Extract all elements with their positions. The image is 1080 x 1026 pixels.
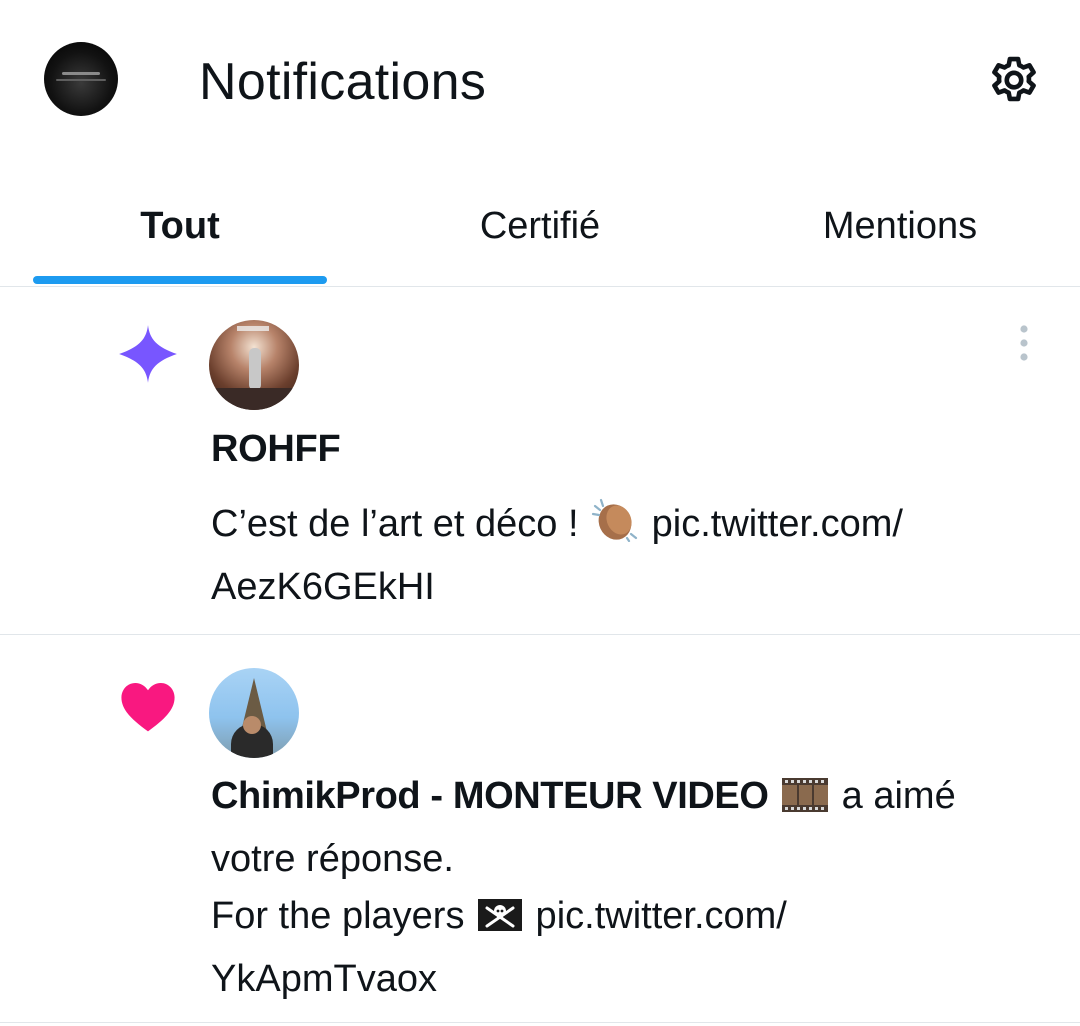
more-vertical-icon [1020,325,1028,361]
settings-button[interactable] [982,50,1046,114]
pirate-flag-icon [477,894,523,951]
tab-bar: Tout Certifié Mentions [0,165,1080,287]
more-options-button[interactable] [1004,318,1044,368]
page-title: Notifications [199,53,487,111]
tweet-link[interactable]: pic.twitter.com/ [641,503,903,545]
gear-icon [992,56,1036,102]
avatar-graphic-line [56,79,106,81]
reply-link-cont[interactable]: YkApmTvaox [211,958,437,1000]
tab-label: Certifié [479,204,601,247]
clapping-hands-icon [591,498,639,559]
actor-avatar[interactable] [209,668,299,758]
notification-text: C’est de l’art et déco ! pic.twitter.com… [211,496,1031,616]
notification-item[interactable]: ChimikProd - MONTEUR VIDEO a aimé votre … [0,636,1080,1023]
reply-text: For the players [211,895,475,937]
author-avatar[interactable] [209,320,299,410]
header: Notifications [0,0,1080,165]
tweet-text: C’est de l’art et déco ! [211,503,590,545]
actor-name[interactable]: ChimikProd - MONTEUR VIDEO [211,775,769,817]
active-tab-indicator [33,276,327,284]
tweet-link-cont[interactable]: AezK6GEkHI [211,566,435,608]
notification-type [114,320,182,388]
tab-label: Tout [140,204,220,247]
avatar-detail [237,326,269,331]
tab-mentions[interactable]: Mentions [750,165,1050,286]
tab-certifie[interactable]: Certifié [390,165,690,286]
reply-link[interactable]: pic.twitter.com/ [525,895,787,937]
film-frames-icon [781,774,829,831]
sparkle-icon [119,325,177,383]
avatar-detail [249,348,261,390]
notification-text: ChimikProd - MONTEUR VIDEO a aimé votre … [211,768,1031,1008]
heart-icon [121,683,175,732]
tab-tout[interactable]: Tout [33,165,327,286]
avatar-detail [243,716,261,734]
profile-avatar[interactable] [44,42,118,116]
author-name[interactable]: ROHFF [211,428,341,471]
avatar-detail [209,388,299,410]
notification-item[interactable]: ROHFF C’est de l’art et déco ! pic.twitt… [0,288,1080,635]
avatar-graphic [62,72,100,75]
notification-type [114,672,182,740]
tab-label: Mentions [822,204,978,247]
